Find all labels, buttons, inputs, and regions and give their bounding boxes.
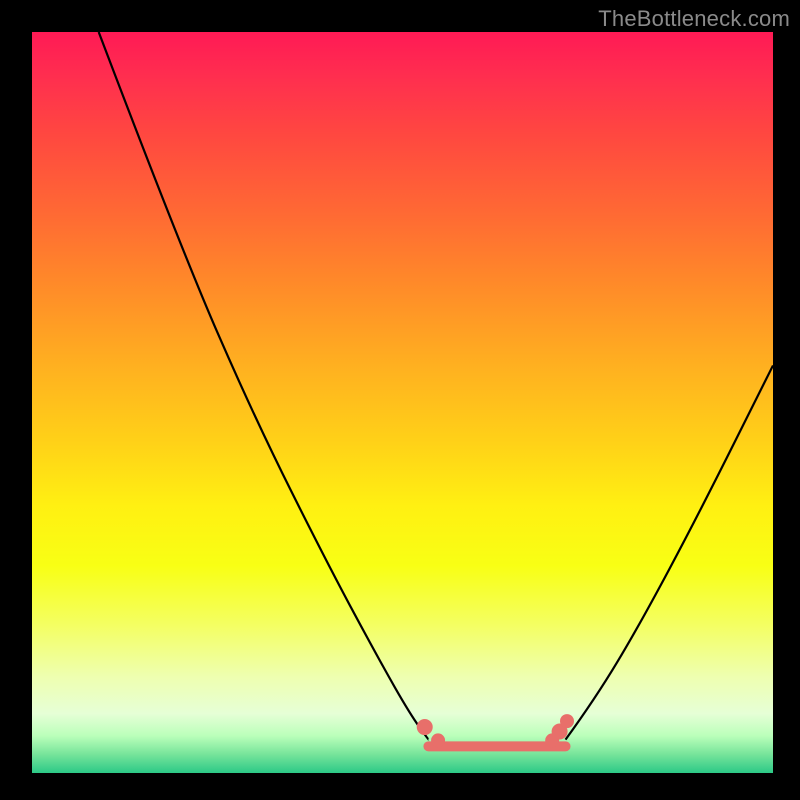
series-left-curve <box>99 32 429 740</box>
marker-right-dot-3 <box>560 714 574 728</box>
series-group <box>99 32 773 746</box>
chart-svg <box>32 32 773 773</box>
marker-left-dot-2 <box>431 733 445 747</box>
watermark-text: TheBottleneck.com <box>598 6 790 32</box>
series-right-curve <box>566 365 773 739</box>
chart-container: TheBottleneck.com <box>0 0 800 800</box>
marker-left-dot <box>417 719 433 735</box>
plot-area <box>32 32 773 773</box>
